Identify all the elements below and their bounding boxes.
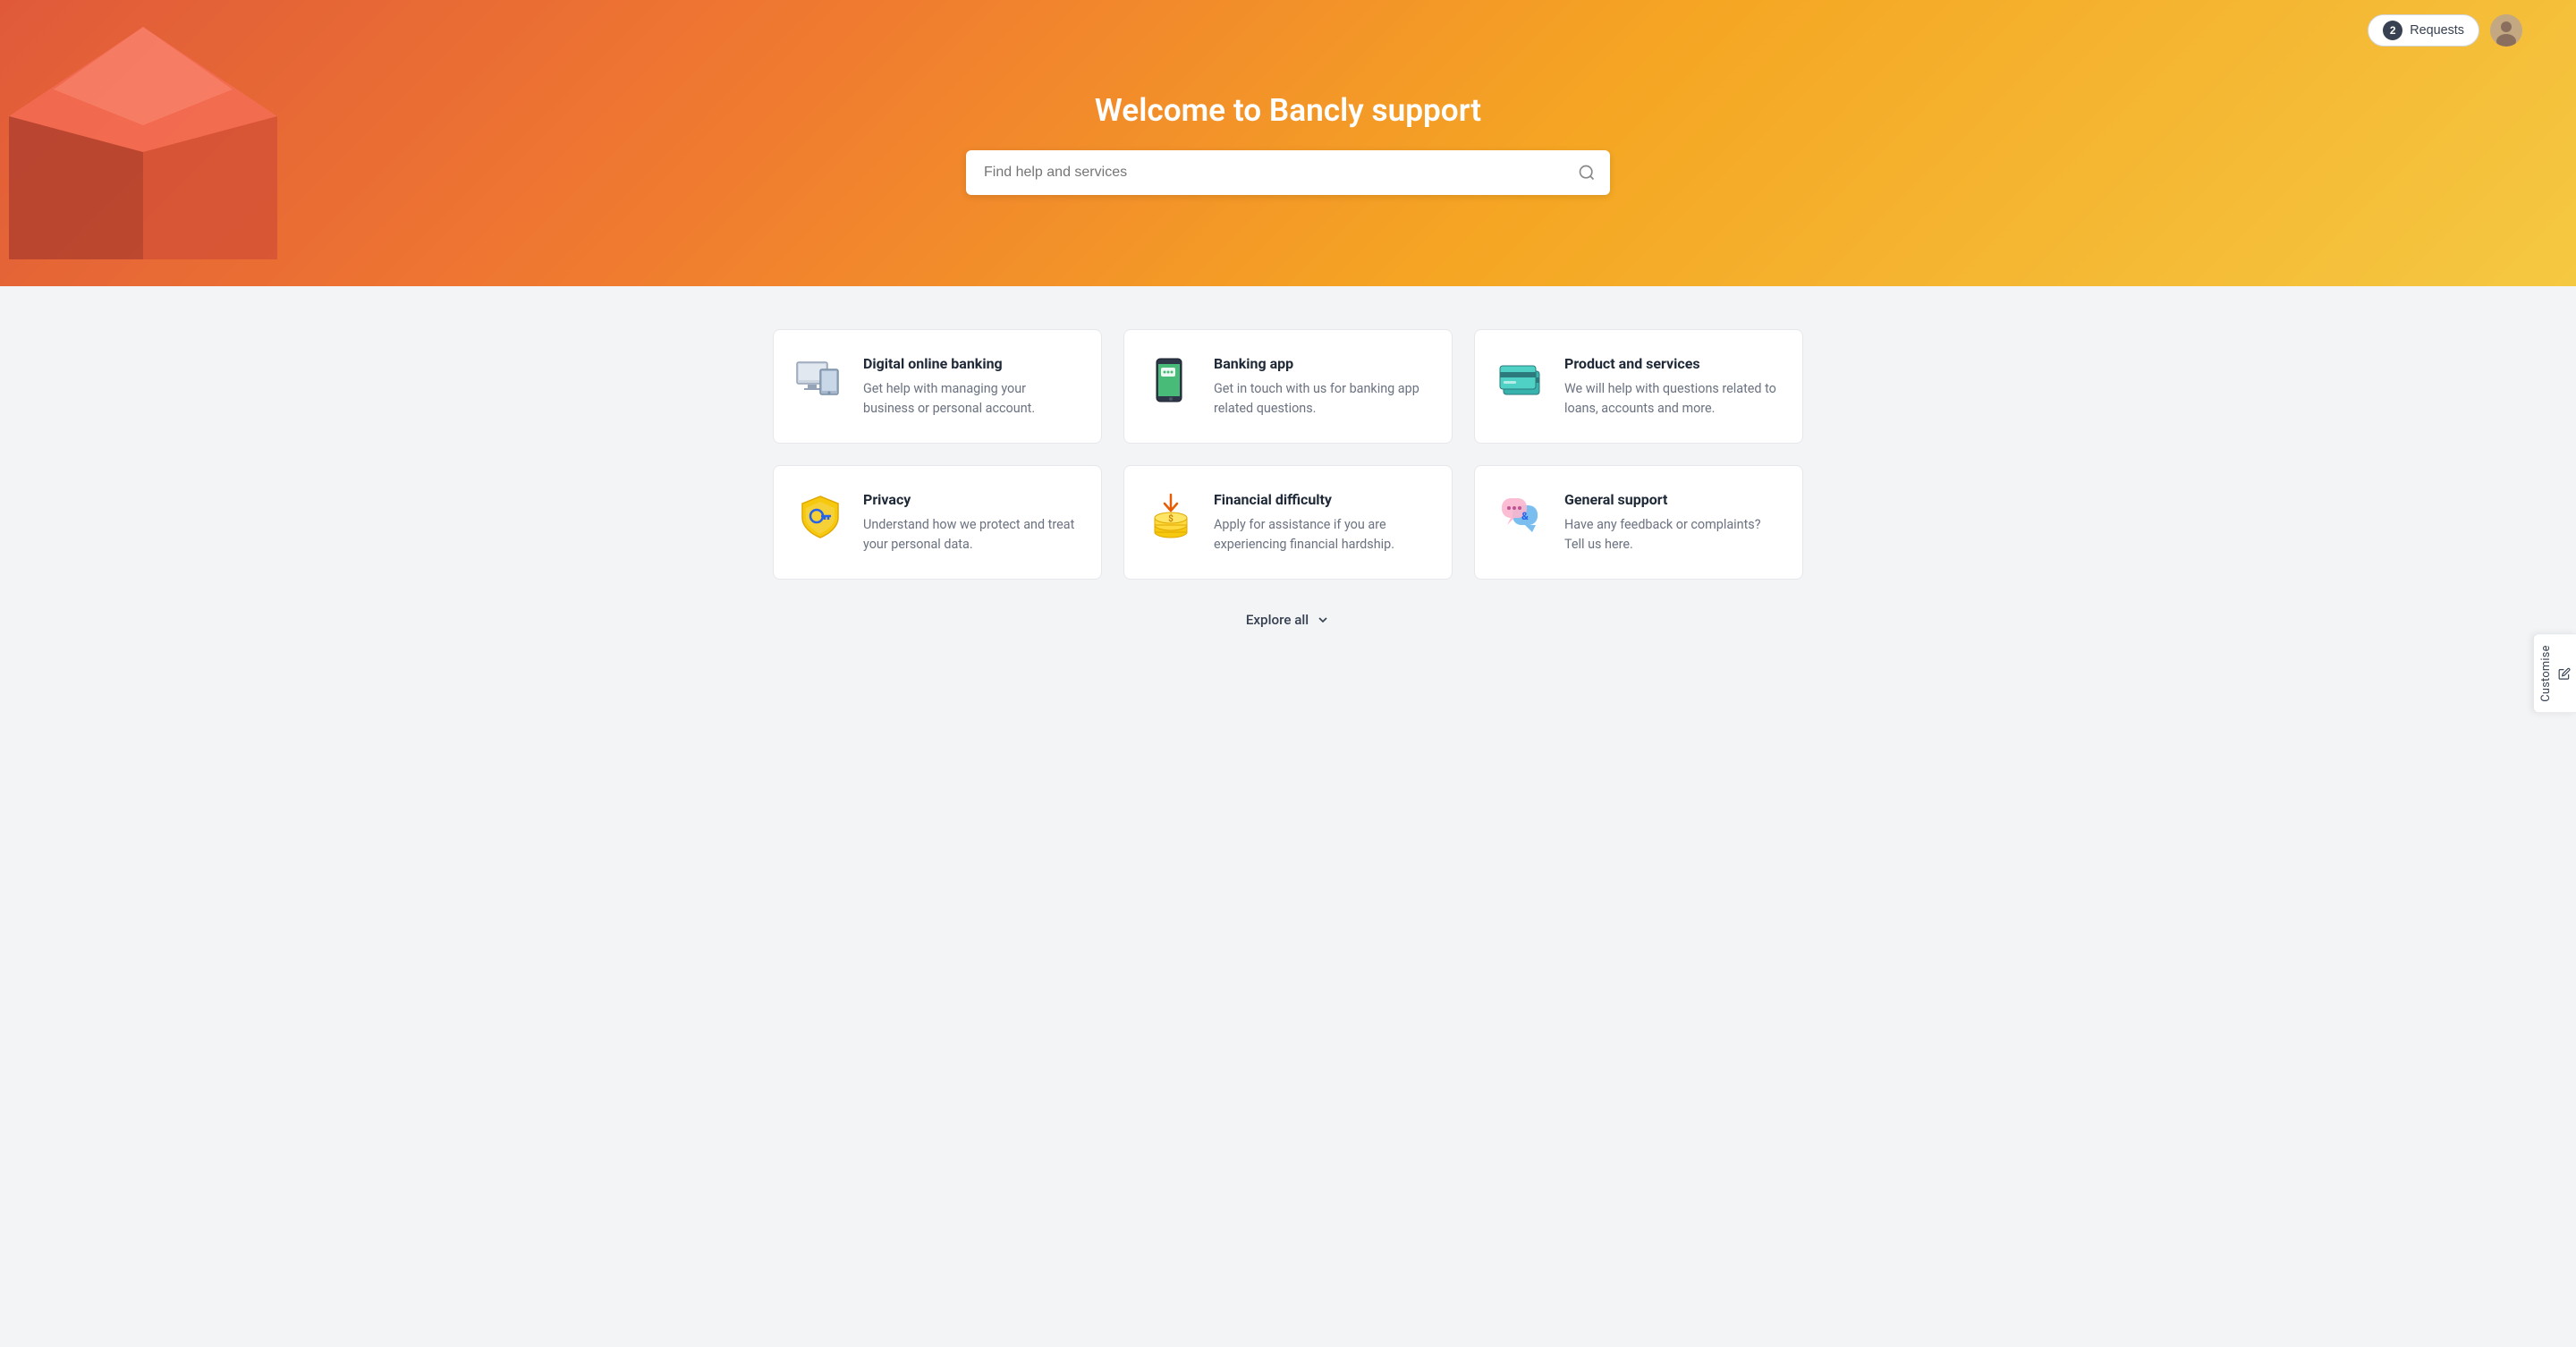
coins-icon: $: [1150, 493, 1191, 539]
card-privacy[interactable]: Privacy Understand how we protect and tr…: [773, 465, 1102, 580]
card-desc-products-services: We will help with questions related to l…: [1564, 379, 1781, 418]
card-digital-banking[interactable]: Digital online banking Get help with man…: [773, 329, 1102, 444]
hero-decoration: [0, 0, 286, 286]
card-title-products-services: Product and services: [1564, 355, 1781, 372]
card-content-products-services: Product and services We will help with q…: [1564, 355, 1781, 418]
search-input[interactable]: [966, 150, 1610, 195]
explore-all-button[interactable]: Explore all: [773, 601, 1803, 639]
card-general-support[interactable]: & General support Have any feedback or c…: [1474, 465, 1803, 580]
avatar[interactable]: [2490, 14, 2522, 47]
svg-text:$: $: [1168, 513, 1174, 524]
card-icon-products-services: [1496, 355, 1546, 405]
card-icon-financial-difficulty: $: [1146, 491, 1196, 541]
pencil-icon: [2558, 667, 2571, 680]
card-content-banking-app: Banking app Get in touch with us for ban…: [1214, 355, 1430, 418]
cards-icon: [1496, 362, 1546, 398]
card-icon-digital-banking: [795, 355, 845, 405]
customise-label: Customise: [2539, 645, 2553, 701]
card-icon-privacy: [795, 491, 845, 541]
card-title-digital-banking: Digital online banking: [863, 355, 1080, 372]
card-icon-banking-app: [1146, 355, 1196, 405]
card-desc-financial-difficulty: Apply for assistance if you are experien…: [1214, 515, 1430, 554]
svg-text:&: &: [1521, 510, 1529, 522]
customise-tab[interactable]: Customise: [2533, 633, 2576, 713]
search-submit-button[interactable]: [1578, 164, 1596, 182]
card-content-privacy: Privacy Understand how we protect and tr…: [863, 491, 1080, 554]
top-nav: 2 Requests: [2368, 14, 2522, 47]
card-desc-banking-app: Get in touch with us for banking app rel…: [1214, 379, 1430, 418]
main-content: Digital online banking Get help with man…: [751, 286, 1825, 674]
card-products-services[interactable]: Product and services We will help with q…: [1474, 329, 1803, 444]
card-desc-digital-banking: Get help with managing your business or …: [863, 379, 1080, 418]
card-content-financial-difficulty: Financial difficulty Apply for assistanc…: [1214, 491, 1430, 554]
requests-button[interactable]: 2 Requests: [2368, 14, 2479, 47]
search-bar-container: [966, 150, 1610, 195]
hero-title: Welcome to Bancly support: [1095, 91, 1481, 129]
explore-all-label: Explore all: [1246, 612, 1309, 628]
card-content-digital-banking: Digital online banking Get help with man…: [863, 355, 1080, 418]
card-desc-general-support: Have any feedback or complaints? Tell us…: [1564, 515, 1781, 554]
cards-grid: Digital online banking Get help with man…: [773, 329, 1803, 580]
card-financial-difficulty[interactable]: $ Financial difficulty Apply for assista…: [1123, 465, 1453, 580]
card-desc-privacy: Understand how we protect and treat your…: [863, 515, 1080, 554]
chevron-down-icon: [1316, 613, 1330, 627]
card-banking-app[interactable]: Banking app Get in touch with us for ban…: [1123, 329, 1453, 444]
hero-section: Welcome to Bancly support: [0, 0, 2576, 286]
avatar-icon: [2490, 14, 2522, 47]
card-icon-general-support: &: [1496, 491, 1546, 541]
search-icon: [1578, 164, 1596, 182]
requests-label: Requests: [2410, 23, 2464, 38]
chat-bubbles-icon: &: [1496, 493, 1546, 539]
shield-icon: [797, 493, 843, 539]
requests-badge: 2: [2383, 21, 2402, 40]
card-title-privacy: Privacy: [863, 491, 1080, 508]
card-title-financial-difficulty: Financial difficulty: [1214, 491, 1430, 508]
card-title-banking-app: Banking app: [1214, 355, 1430, 372]
card-content-general-support: General support Have any feedback or com…: [1564, 491, 1781, 554]
devices-icon: [795, 359, 845, 402]
mobile-icon: [1149, 357, 1192, 403]
card-title-general-support: General support: [1564, 491, 1781, 508]
